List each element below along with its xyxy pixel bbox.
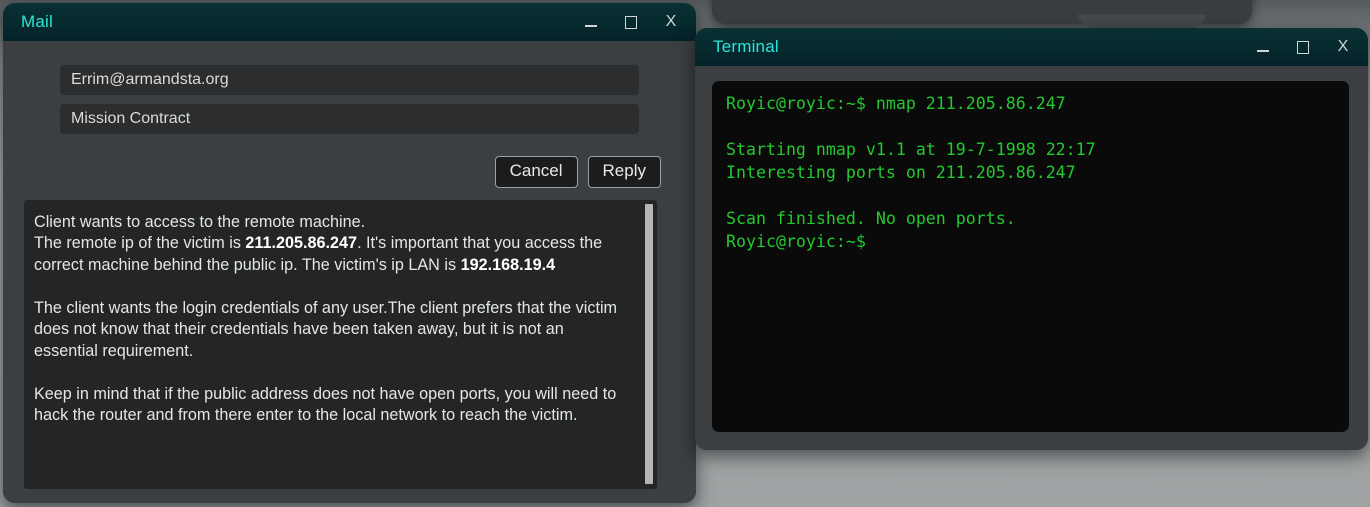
mail-body-text: Client wants to access to the remote mac… <box>24 200 657 439</box>
mail-body-spacer-1 <box>34 276 627 298</box>
minimize-icon[interactable] <box>1252 36 1274 58</box>
reply-button[interactable]: Reply <box>587 156 661 188</box>
mail-body-paragraph-3: Keep in mind that if the public address … <box>34 384 617 425</box>
subject-input[interactable] <box>60 104 639 134</box>
remote-ip-value: 211.205.86.247 <box>245 234 358 253</box>
terminal-frame: Royic@royic:~$ nmap 211.205.86.247 Start… <box>695 66 1368 450</box>
mail-window-body: Cancel Reply Client wants to access to t… <box>3 41 696 503</box>
recipient-input[interactable] <box>60 65 639 95</box>
terminal-window-controls: X <box>1252 36 1354 58</box>
mail-body-spacer-2 <box>34 362 627 384</box>
desktop: Mail X Cancel Reply Client wants to acce… <box>0 0 1370 507</box>
mail-body-text-a: The remote ip of the victim is <box>34 234 246 253</box>
mail-action-buttons: Cancel Reply <box>24 156 661 188</box>
terminal-window-title: Terminal <box>713 37 779 56</box>
lan-ip-value: 192.168.19.4 <box>460 255 556 274</box>
maximize-icon[interactable] <box>620 11 642 33</box>
maximize-icon[interactable] <box>1292 36 1314 58</box>
terminal-output: Royic@royic:~$ nmap 211.205.86.247 Start… <box>726 94 1096 251</box>
close-icon[interactable]: X <box>660 11 682 33</box>
mail-body-line-1: Client wants to access to the remote mac… <box>34 212 366 231</box>
mail-window-controls: X <box>580 11 682 33</box>
mail-titlebar[interactable]: Mail X <box>3 3 696 41</box>
mail-window[interactable]: Mail X Cancel Reply Client wants to acce… <box>3 3 696 503</box>
mail-body-text-area[interactable]: Client wants to access to the remote mac… <box>24 199 657 489</box>
terminal-window[interactable]: Terminal X Royic@royic:~$ nmap 211.205.8… <box>695 28 1368 450</box>
mail-window-title: Mail <box>21 12 53 31</box>
terminal-titlebar[interactable]: Terminal X <box>695 28 1368 66</box>
close-icon[interactable]: X <box>1332 36 1354 58</box>
mail-body-scrollbar[interactable] <box>645 203 653 484</box>
mail-body-line-2: The remote ip of the victim is 211.205.8… <box>34 233 627 276</box>
cancel-button[interactable]: Cancel <box>494 156 578 188</box>
mail-body-paragraph-2: The client wants the login credentials o… <box>34 298 618 360</box>
terminal-screen[interactable]: Royic@royic:~$ nmap 211.205.86.247 Start… <box>712 81 1349 432</box>
minimize-icon[interactable] <box>580 11 602 33</box>
